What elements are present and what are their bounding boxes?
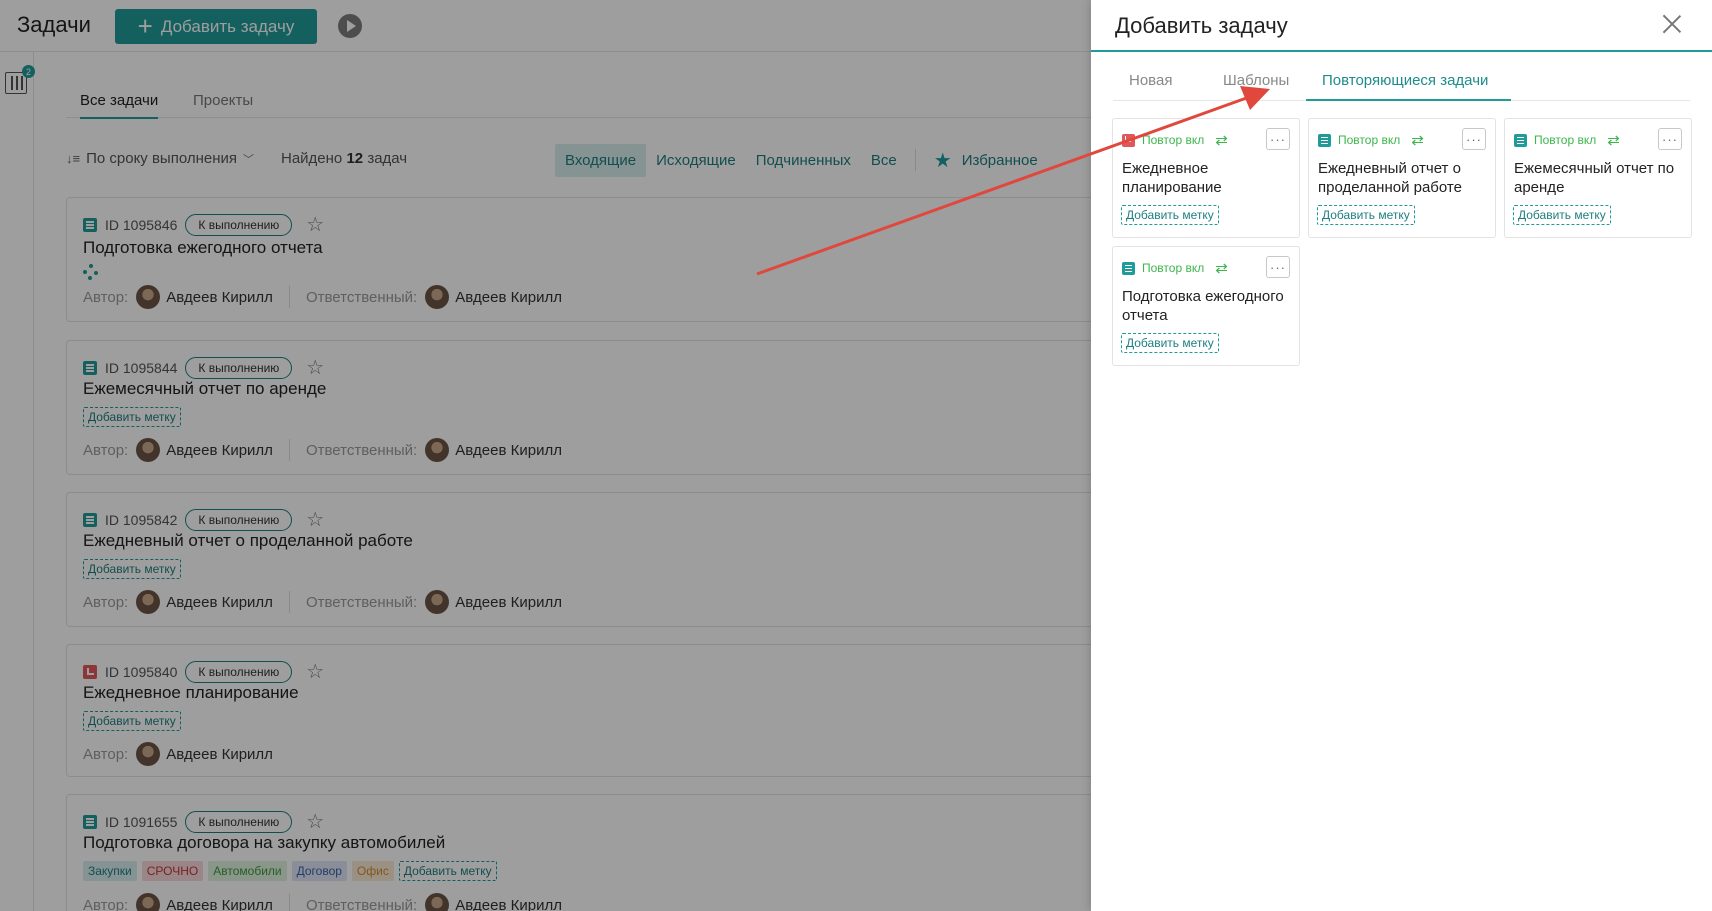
clock-icon [1122,133,1135,147]
recurring-header: Повтор вкл ⇄ [1122,259,1228,277]
task-list-icon [1122,261,1135,275]
repeat-icon: ⇄ [1607,132,1620,149]
recurring-header: Повтор вкл ⇄ [1514,131,1620,149]
repeat-icon: ⇄ [1215,260,1228,277]
more-options-button[interactable]: ··· [1266,128,1290,150]
tab-templates[interactable]: Шаблоны [1223,72,1289,99]
drawer-tabs: Новая Шаблоны Повторяющиеся задачи [1113,64,1690,101]
recurring-task-title: Ежедневный отчет о проделанной работе [1318,160,1462,196]
recurring-header: Повтор вкл ⇄ [1318,131,1424,149]
more-options-button[interactable]: ··· [1658,128,1682,150]
recurring-task-card[interactable]: Повтор вкл ⇄ ··· Ежедневное планирование… [1112,118,1300,238]
repeat-icon: ⇄ [1215,132,1228,149]
task-list-icon [1514,133,1527,147]
recurring-task-title: Ежедневное планирование [1122,160,1222,196]
tab-new[interactable]: Новая [1129,72,1172,99]
active-tab-indicator [1306,99,1511,101]
repeat-status: Повтор вкл [1142,261,1205,275]
recurring-task-card[interactable]: Повтор вкл ⇄ ··· Ежедневный отчет о прод… [1308,118,1496,238]
close-icon[interactable] [1660,12,1684,36]
repeat-status: Повтор вкл [1534,133,1597,147]
add-label-button[interactable]: Добавить метку [1121,333,1219,353]
drawer-header: Добавить задачу [1091,0,1712,52]
repeat-icon: ⇄ [1411,132,1424,149]
add-task-drawer: Добавить задачу Новая Шаблоны Повторяющи… [1091,0,1712,911]
add-label-button[interactable]: Добавить метку [1513,205,1611,225]
add-label-button[interactable]: Добавить метку [1121,205,1219,225]
repeat-status: Повтор вкл [1142,133,1205,147]
more-options-button[interactable]: ··· [1266,256,1290,278]
recurring-task-title: Подготовка ежегодного отчета [1122,288,1284,324]
recurring-task-title: Ежемесячный отчет по аренде [1514,160,1675,196]
repeat-status: Повтор вкл [1338,133,1401,147]
recurring-task-card[interactable]: Повтор вкл ⇄ ··· Ежемесячный отчет по ар… [1504,118,1692,238]
task-list-icon [1318,133,1331,147]
drawer-title: Добавить задачу [1115,13,1288,38]
recurring-header: Повтор вкл ⇄ [1122,131,1228,149]
recurring-task-card[interactable]: Повтор вкл ⇄ ··· Подготовка ежегодного о… [1112,246,1300,366]
tab-recurring[interactable]: Повторяющиеся задачи [1322,72,1488,99]
more-options-button[interactable]: ··· [1462,128,1486,150]
add-label-button[interactable]: Добавить метку [1317,205,1415,225]
